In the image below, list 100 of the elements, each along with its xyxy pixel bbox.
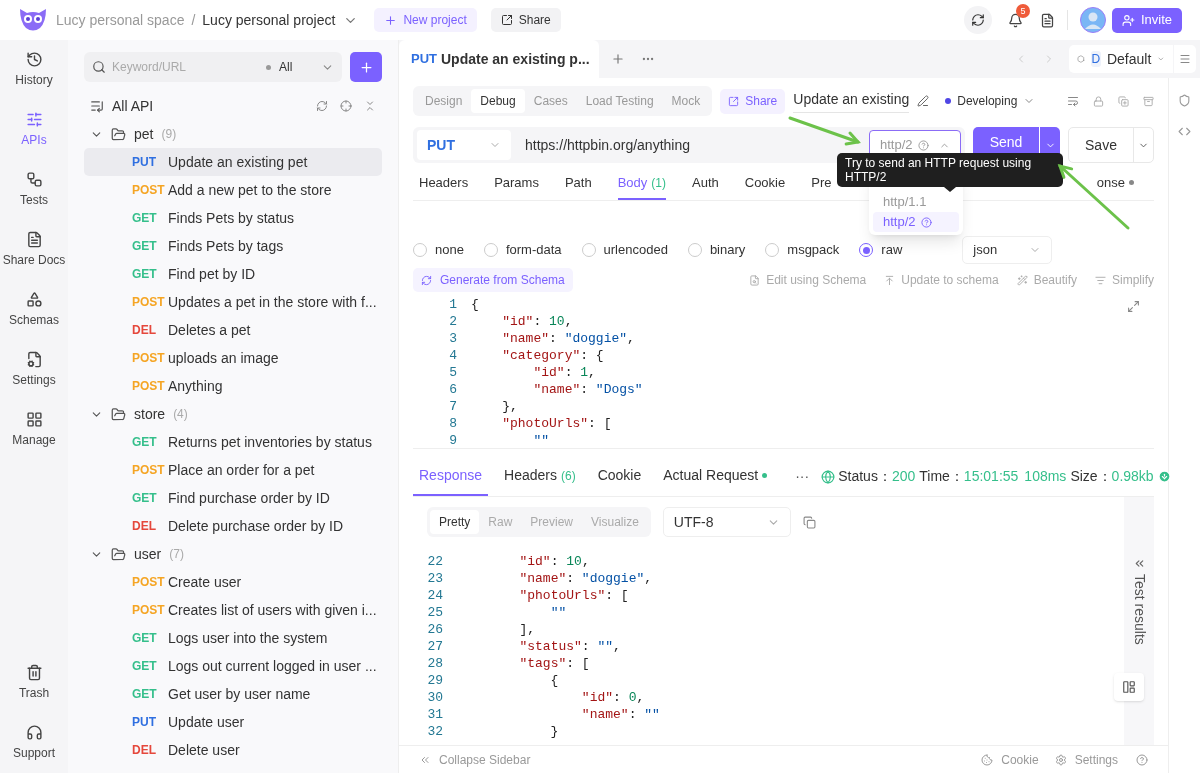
- request-tab[interactable]: onse: [1096, 167, 1134, 200]
- code-icon[interactable]: [1178, 125, 1191, 138]
- api-item[interactable]: POST Anything: [84, 372, 382, 400]
- api-name-field[interactable]: Update an existing: [793, 89, 910, 113]
- nav-item[interactable]: Manage: [0, 400, 68, 460]
- body-type-radio[interactable]: form-data: [483, 240, 562, 260]
- shield-icon[interactable]: [1178, 94, 1191, 107]
- notifications-icon[interactable]: [1008, 12, 1024, 28]
- nav-item[interactable]: Trash: [0, 653, 68, 713]
- clone-icon[interactable]: [1118, 95, 1129, 107]
- new-project-button[interactable]: New project: [374, 8, 477, 32]
- status-dropdown[interactable]: Developing: [945, 92, 1036, 110]
- api-item[interactable]: DEL Delete purchase order by ID: [84, 512, 382, 540]
- api-item[interactable]: GET Finds Pets by tags: [84, 232, 382, 260]
- nav-item[interactable]: Schemas: [0, 280, 68, 340]
- environment-selector[interactable]: D Default: [1069, 45, 1173, 73]
- response-tab[interactable]: Cookie: [591, 457, 648, 496]
- body-type-radio[interactable]: urlencoded: [581, 240, 668, 260]
- locate-icon[interactable]: [340, 100, 352, 112]
- all-api-label[interactable]: All API: [112, 95, 154, 117]
- expand-icon[interactable]: [1127, 300, 1140, 313]
- copy-icon[interactable]: [802, 515, 816, 529]
- layout-button[interactable]: [1114, 673, 1144, 701]
- nav-item[interactable]: APIs: [0, 100, 68, 160]
- api-item[interactable]: GET Get user by user name: [84, 680, 382, 708]
- api-item[interactable]: GET Logs out current logged in user ...: [84, 652, 382, 680]
- api-item[interactable]: POST Updates a pet in the store with f...: [84, 288, 382, 316]
- filter-dropdown[interactable]: All: [266, 52, 342, 82]
- help-icon[interactable]: [1136, 753, 1148, 766]
- api-item[interactable]: DEL Delete user: [84, 736, 382, 764]
- request-tab[interactable]: Params: [494, 167, 539, 200]
- api-item[interactable]: POST Create user: [84, 568, 382, 596]
- nav-item[interactable]: Settings: [0, 340, 68, 400]
- response-tab[interactable]: Response: [413, 457, 489, 496]
- api-item[interactable]: POST Creates list of users with given i...: [84, 596, 382, 624]
- nav-item[interactable]: Support: [0, 713, 68, 773]
- body-type-radio[interactable]: binary: [687, 240, 746, 260]
- api-item[interactable]: GET Find pet by ID: [84, 260, 382, 288]
- request-tab[interactable]: Pre: [811, 167, 832, 200]
- api-item[interactable]: GET Find purchase order by ID: [84, 484, 382, 512]
- mode-tab[interactable]: Debug: [471, 89, 525, 113]
- api-item[interactable]: POST uploads an image: [84, 344, 382, 372]
- protocol-option[interactable]: http/2: [873, 212, 959, 232]
- api-item[interactable]: PUT Update user: [84, 708, 382, 736]
- encoding-select[interactable]: UTF-8: [662, 507, 791, 537]
- body-type-radio[interactable]: msgpack: [765, 240, 840, 260]
- request-tab[interactable]: Body (1): [617, 167, 666, 200]
- folder-name[interactable]: pet: [134, 123, 154, 145]
- api-item[interactable]: GET Finds Pets by status: [84, 204, 382, 232]
- view-mode-tab[interactable]: Pretty: [430, 510, 480, 534]
- archive-icon[interactable]: [1143, 95, 1154, 107]
- format-select[interactable]: json: [962, 236, 1053, 264]
- folder-name[interactable]: user: [134, 543, 162, 565]
- invite-button[interactable]: Invite: [1111, 7, 1182, 33]
- response-tab[interactable]: Actual Request: [657, 457, 774, 496]
- api-item[interactable]: GET Returns pet inventories by status: [84, 428, 382, 456]
- api-item[interactable]: PUT Update an existing pet: [84, 148, 382, 176]
- request-tab[interactable]: PUT Update an existing p...: [399, 40, 599, 78]
- document-icon[interactable]: [1039, 12, 1055, 28]
- api-item[interactable]: GET Logs user into the system: [84, 624, 382, 652]
- download-icon[interactable]: [1157, 470, 1171, 483]
- line-number: 32: [427, 723, 443, 740]
- search-field[interactable]: Keyword/URL: [84, 52, 266, 82]
- url-field[interactable]: https://httpbin.org/anything: [525, 134, 690, 156]
- nav-item[interactable]: Tests: [0, 160, 68, 220]
- share-button[interactable]: Share: [720, 88, 786, 114]
- body-type-radio[interactable]: none: [413, 240, 464, 260]
- share-button[interactable]: Share: [490, 8, 561, 32]
- line-number: 2: [449, 313, 457, 330]
- body-type-radio[interactable]: raw: [859, 240, 903, 260]
- nav-item[interactable]: History: [0, 40, 68, 100]
- line-number: 27: [427, 638, 443, 655]
- request-tab[interactable]: Cookie: [744, 167, 786, 200]
- api-item[interactable]: POST Add a new pet to the store: [84, 176, 382, 204]
- format-icon[interactable]: [1067, 95, 1079, 107]
- lock-icon[interactable]: [1093, 95, 1104, 107]
- nav-item[interactable]: Share Docs: [0, 220, 68, 280]
- add-button[interactable]: [350, 52, 382, 82]
- request-tab[interactable]: Path: [564, 167, 592, 200]
- api-item[interactable]: DEL Deletes a pet: [84, 316, 382, 344]
- api-item[interactable]: POST Place an order for a pet: [84, 456, 382, 484]
- request-tab[interactable]: Headers: [419, 167, 469, 200]
- edit-icon[interactable]: [917, 95, 930, 107]
- generate-from-schema-button[interactable]: Generate from Schema: [413, 268, 573, 292]
- request-tab[interactable]: Auth: [692, 167, 719, 200]
- method-label: DEL: [132, 518, 157, 535]
- response-tab[interactable]: Headers (6): [498, 457, 582, 496]
- code-line: "name": "doggie",: [518, 570, 653, 587]
- refresh-icon[interactable]: [316, 100, 328, 112]
- size-label: Size：: [1070, 467, 1112, 486]
- more-button[interactable]: ···: [795, 466, 810, 487]
- folder-name[interactable]: store: [134, 403, 166, 425]
- project-name[interactable]: Lucy personal project: [202, 9, 336, 31]
- method-label: GET: [132, 490, 158, 507]
- method-select[interactable]: PUT: [417, 130, 511, 160]
- user-avatar[interactable]: [1079, 7, 1106, 33]
- menu-button[interactable]: [1174, 45, 1196, 73]
- new-tab-icon[interactable]: [611, 52, 625, 66]
- sync-button[interactable]: [963, 6, 992, 34]
- folder-count: (7): [169, 546, 184, 563]
